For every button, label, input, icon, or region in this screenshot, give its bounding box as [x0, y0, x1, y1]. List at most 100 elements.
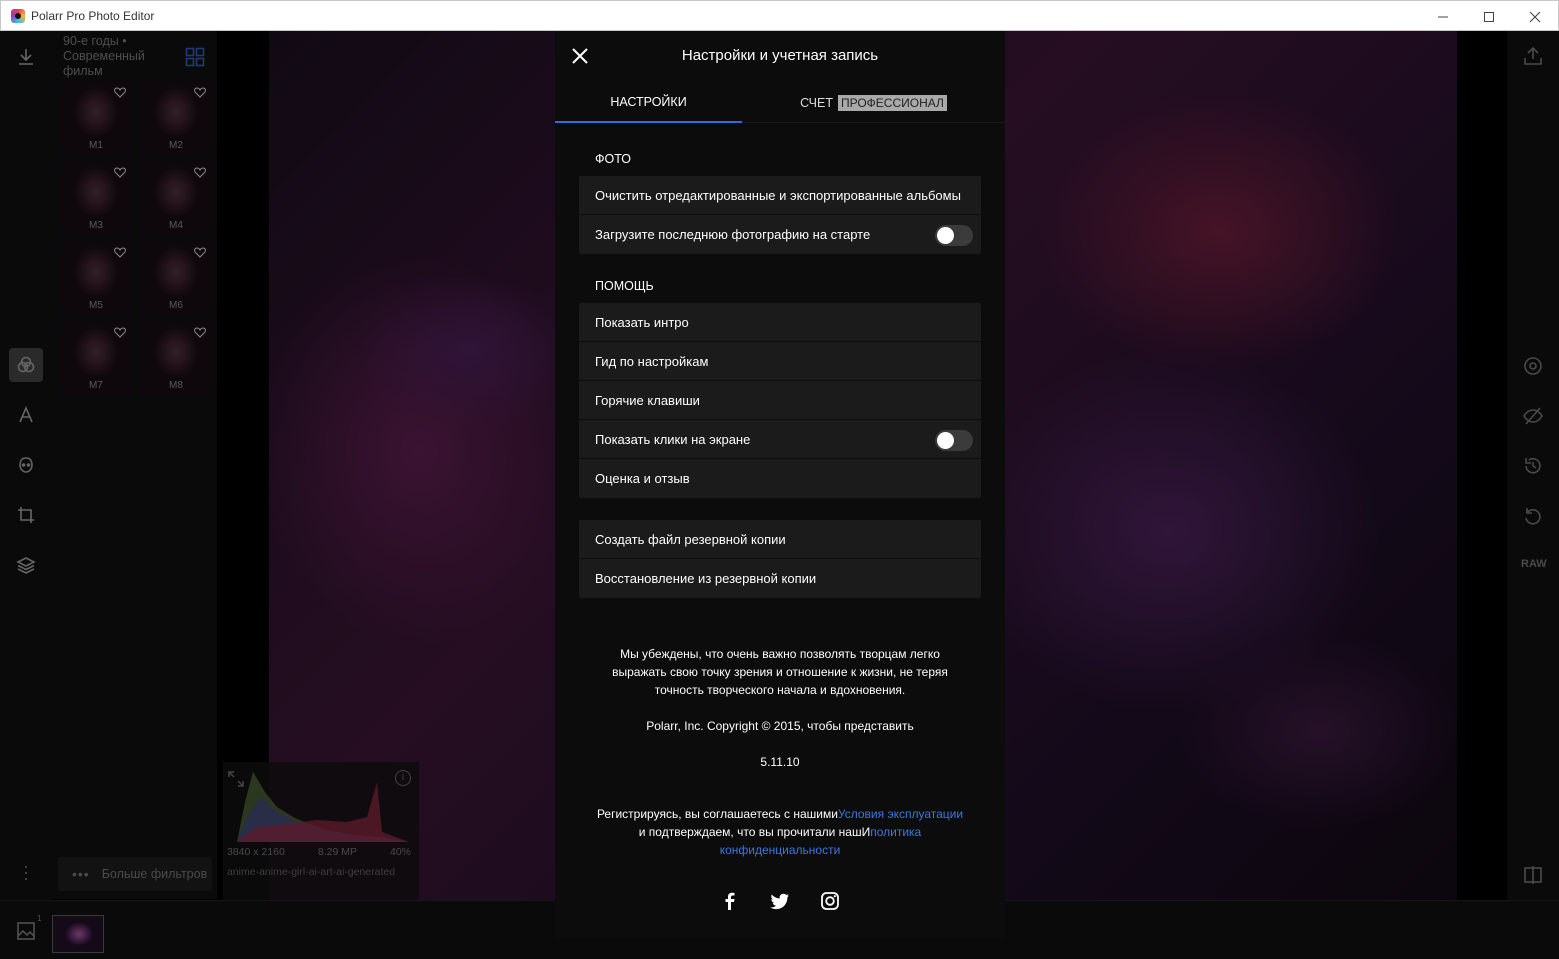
more-filters-button[interactable]: ••• Больше фильтров: [58, 857, 212, 891]
filter-thumb[interactable]: M5: [60, 242, 132, 314]
terms-prefix: Регистрируясь, вы соглашаетесь с нашими: [596, 807, 838, 821]
mission-text-line: точность творческого начала и вдохновени…: [654, 683, 906, 697]
show-clicks-row: Показать клики на экране: [579, 420, 981, 459]
grid-view-icon[interactable]: [185, 47, 205, 67]
filter-thumb[interactable]: M8: [140, 322, 212, 394]
app-logo-icon: [11, 8, 25, 23]
facebook-icon[interactable]: [720, 891, 740, 911]
filter-thumb[interactable]: M2: [140, 82, 212, 154]
text-icon: [19, 405, 33, 423]
filter-thumb[interactable]: M1: [60, 82, 132, 154]
tab-settings-label: НАСТРОЙКИ: [610, 95, 687, 109]
raw-button[interactable]: RAW: [1521, 558, 1547, 570]
about-mission: Мы убеждены, что очень важно позволять т…: [595, 645, 965, 699]
row-label: Загрузите последнюю фотографию на старте: [595, 227, 871, 242]
history-button[interactable]: [1522, 455, 1544, 477]
show-intro-button[interactable]: Показать интро: [579, 303, 981, 342]
compare-icon: [1524, 866, 1542, 884]
compare-button[interactable]: [1522, 864, 1544, 886]
heart-icon[interactable]: [194, 167, 206, 178]
image-meta: 3840 x 2160 8.29 MP 40%: [227, 846, 411, 858]
mask-button[interactable]: [1522, 355, 1544, 377]
row-label: Показать интро: [595, 314, 689, 330]
app-workspace: · · · 90-е годы • Современный фильм M1 M2 …: [0, 31, 1559, 959]
filter-category-title[interactable]: 90-е годы • Современный фильм: [63, 34, 173, 79]
more-options-button[interactable]: · · ·: [18, 857, 34, 887]
maximize-button[interactable]: [1466, 1, 1512, 32]
filter-thumb[interactable]: M6: [140, 242, 212, 314]
eye-off-icon: [1523, 407, 1543, 425]
terms-notice: Регистрируясь, вы соглашаетесь с нашимиУ…: [595, 805, 965, 859]
photo-settings-group: Очистить отредактированные и экспортиров…: [579, 176, 981, 254]
minimize-button[interactable]: [1420, 1, 1466, 32]
import-button[interactable]: [9, 40, 43, 74]
create-backup-button[interactable]: Создать файл резервной копии: [579, 520, 981, 559]
image-resolution: 3840 x 2160: [227, 846, 285, 858]
row-label: Горячие клавиши: [595, 392, 700, 408]
tab-account[interactable]: СЧЕТ ПРОФЕССИОНАЛ: [742, 83, 1005, 123]
reset-button[interactable]: [1522, 505, 1544, 527]
restore-backup-button[interactable]: Восстановление из резервной копии: [579, 559, 981, 598]
filter-label: M8: [169, 380, 183, 391]
filters-tool-button[interactable]: [9, 348, 43, 382]
export-button[interactable]: [1522, 45, 1544, 67]
show-clicks-toggle[interactable]: [935, 430, 973, 451]
reset-icon: [1525, 508, 1541, 525]
tab-settings[interactable]: НАСТРОЙКИ: [555, 83, 742, 123]
row-label: Гид по настройкам: [595, 353, 709, 369]
rate-feedback-button[interactable]: Оценка и отзыв: [579, 459, 981, 498]
gallery-count: 1: [37, 914, 42, 923]
layers-icon: [16, 557, 36, 574]
filter-label: M7: [89, 380, 103, 391]
mission-text-line: выражать свою точку зрения и отношение к…: [612, 665, 948, 679]
terms-link[interactable]: Условия эксплуатации: [838, 807, 963, 821]
heart-icon[interactable]: [114, 327, 126, 338]
info-icon[interactable]: i: [395, 770, 411, 786]
instagram-icon[interactable]: [820, 891, 840, 911]
load-last-photo-toggle[interactable]: [935, 225, 973, 246]
gallery-icon[interactable]: [16, 921, 36, 941]
text-tool-button[interactable]: [9, 398, 43, 432]
social-links: [555, 891, 1005, 911]
window-controls: [1420, 1, 1558, 32]
filter-thumb[interactable]: M3: [60, 162, 132, 234]
crop-tool-button[interactable]: [9, 498, 43, 532]
window-title: Polarr Pro Photo Editor: [31, 8, 155, 23]
heart-icon[interactable]: [194, 87, 206, 98]
settings-modal: Настройки и учетная запись НАСТРОЙКИ СЧЕ…: [555, 31, 1005, 939]
heart-icon[interactable]: [194, 327, 206, 338]
close-window-button[interactable]: [1512, 1, 1558, 32]
title-bar: Polarr Pro Photo Editor: [0, 0, 1559, 31]
section-title-help: ПОМОЩЬ: [595, 279, 654, 293]
layers-tool-button[interactable]: [9, 548, 43, 582]
face-tool-button[interactable]: [9, 448, 43, 482]
filter-thumb[interactable]: M4: [140, 162, 212, 234]
filter-thumb[interactable]: M7: [60, 322, 132, 394]
face-icon: [19, 457, 33, 473]
maximize-icon: [1484, 11, 1494, 22]
settings-tabs: НАСТРОЙКИ СЧЕТ ПРОФЕССИОНАЛ: [555, 83, 1005, 123]
upload-icon: [1524, 46, 1542, 65]
download-icon: [19, 49, 33, 65]
image-megapixels: 8.29 MP: [317, 846, 357, 858]
heart-icon[interactable]: [114, 167, 126, 178]
filter-label: M3: [89, 220, 103, 231]
version-text: 5.11.10: [760, 755, 800, 769]
twitter-icon[interactable]: [770, 891, 790, 911]
backup-settings-group: Создать файл резервной копии Восстановле…: [579, 520, 981, 598]
heart-icon[interactable]: [114, 247, 126, 258]
current-photo-thumb[interactable]: [52, 915, 104, 953]
row-label: Очистить отредактированные и экспортиров…: [595, 187, 961, 203]
row-label: Создать файл резервной копии: [595, 531, 786, 547]
toggle-visibility-button[interactable]: [1522, 405, 1544, 427]
hotkeys-button[interactable]: Горячие клавиши: [579, 381, 981, 420]
heart-icon[interactable]: [194, 247, 206, 258]
help-settings-group: Показать интро Гид по настройкам Горячие…: [579, 303, 981, 498]
more-dots-icon: •••: [72, 866, 90, 882]
left-toolbar: · · ·: [0, 31, 52, 959]
settings-guide-button[interactable]: Гид по настройкам: [579, 342, 981, 381]
heart-icon[interactable]: [114, 87, 126, 98]
filters-icon: [17, 356, 35, 373]
clear-albums-button[interactable]: Очистить отредактированные и экспортиров…: [579, 176, 981, 215]
modal-header: Настройки и учетная запись: [555, 31, 1005, 81]
